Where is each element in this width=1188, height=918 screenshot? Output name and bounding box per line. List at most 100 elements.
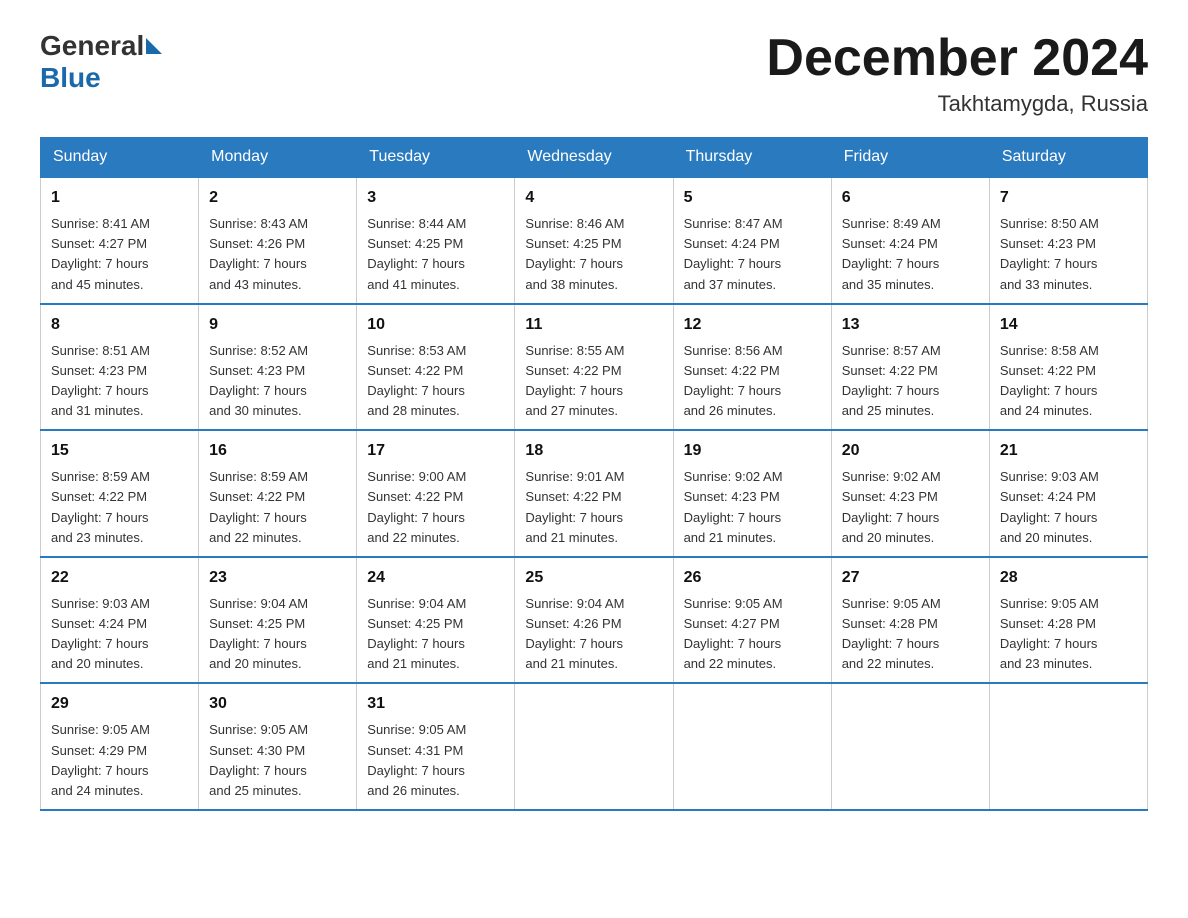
calendar-header-row: SundayMondayTuesdayWednesdayThursdayFrid…: [41, 138, 1148, 178]
calendar-cell: 14Sunrise: 8:58 AMSunset: 4:22 PMDayligh…: [989, 304, 1147, 431]
day-info: Sunrise: 8:55 AMSunset: 4:22 PMDaylight:…: [525, 341, 662, 422]
day-number: 5: [684, 186, 821, 210]
day-number: 3: [367, 186, 504, 210]
logo-triangle-icon: [146, 38, 162, 54]
day-number: 16: [209, 439, 346, 463]
calendar-week-row: 22 Sunrise: 9:03 AMSunset: 4:24 PMDayligh…: [41, 557, 1148, 684]
weekday-header-sunday: Sunday: [41, 138, 199, 178]
day-info: Sunrise: 9:05 AMSunset: 4:31 PMDaylight:…: [367, 720, 504, 801]
calendar-cell: 15Sunrise: 8:59 AMSunset: 4:22 PMDayligh…: [41, 430, 199, 557]
calendar-cell: 20 Sunrise: 9:02 AMSunset: 4:23 PMDayligh…: [831, 430, 989, 557]
day-info: Sunrise: 8:57 AMSunset: 4:22 PMDaylight:…: [842, 341, 979, 422]
calendar-cell: 21 Sunrise: 9:03 AMSunset: 4:24 PMDayligh…: [989, 430, 1147, 557]
calendar-cell: 2 Sunrise: 8:43 AMSunset: 4:26 PMDaylight…: [199, 177, 357, 304]
day-number: 1: [51, 186, 188, 210]
day-number: 20: [842, 439, 979, 463]
day-number: 24: [367, 566, 504, 590]
day-number: 18: [525, 439, 662, 463]
day-info: Sunrise: 9:03 AMSunset: 4:24 PMDaylight:…: [1000, 467, 1137, 548]
day-number: 9: [209, 313, 346, 337]
day-info: Sunrise: 9:04 AMSunset: 4:25 PMDaylight:…: [367, 594, 504, 675]
day-info: Sunrise: 9:05 AMSunset: 4:27 PMDaylight:…: [684, 594, 821, 675]
day-number: 25: [525, 566, 662, 590]
month-title: December 2024: [766, 30, 1148, 87]
calendar-cell: 13 Sunrise: 8:57 AMSunset: 4:22 PMDayligh…: [831, 304, 989, 431]
day-number: 13: [842, 313, 979, 337]
day-number: 30: [209, 692, 346, 716]
calendar-cell: 10Sunrise: 8:53 AMSunset: 4:22 PMDayligh…: [357, 304, 515, 431]
day-info: Sunrise: 8:43 AMSunset: 4:26 PMDaylight:…: [209, 214, 346, 295]
calendar-cell: 6 Sunrise: 8:49 AMSunset: 4:24 PMDaylight…: [831, 177, 989, 304]
calendar-cell: 3Sunrise: 8:44 AMSunset: 4:25 PMDaylight…: [357, 177, 515, 304]
day-number: 12: [684, 313, 821, 337]
day-info: Sunrise: 8:53 AMSunset: 4:22 PMDaylight:…: [367, 341, 504, 422]
day-info: Sunrise: 8:51 AMSunset: 4:23 PMDaylight:…: [51, 341, 188, 422]
day-info: Sunrise: 9:05 AMSunset: 4:30 PMDaylight:…: [209, 720, 346, 801]
calendar-cell: 25 Sunrise: 9:04 AMSunset: 4:26 PMDayligh…: [515, 557, 673, 684]
day-info: Sunrise: 8:47 AMSunset: 4:24 PMDaylight:…: [684, 214, 821, 295]
calendar-week-row: 1 Sunrise: 8:41 AMSunset: 4:27 PMDaylight…: [41, 177, 1148, 304]
calendar-cell: 7 Sunrise: 8:50 AMSunset: 4:23 PMDaylight…: [989, 177, 1147, 304]
day-info: Sunrise: 8:49 AMSunset: 4:24 PMDaylight:…: [842, 214, 979, 295]
day-number: 4: [525, 186, 662, 210]
weekday-header-monday: Monday: [199, 138, 357, 178]
day-number: 6: [842, 186, 979, 210]
page-header: General Blue December 2024 Takhtamygda, …: [40, 30, 1148, 117]
day-info: Sunrise: 9:05 AMSunset: 4:28 PMDaylight:…: [1000, 594, 1137, 675]
logo: General Blue: [40, 30, 164, 94]
calendar-cell: 26 Sunrise: 9:05 AMSunset: 4:27 PMDayligh…: [673, 557, 831, 684]
calendar-cell: 24 Sunrise: 9:04 AMSunset: 4:25 PMDayligh…: [357, 557, 515, 684]
day-number: 8: [51, 313, 188, 337]
logo-general-text: General: [40, 30, 144, 62]
calendar-cell: [673, 683, 831, 810]
day-number: 19: [684, 439, 821, 463]
day-info: Sunrise: 9:05 AMSunset: 4:29 PMDaylight:…: [51, 720, 188, 801]
calendar-cell: 19Sunrise: 9:02 AMSunset: 4:23 PMDayligh…: [673, 430, 831, 557]
day-number: 21: [1000, 439, 1137, 463]
calendar-cell: 11Sunrise: 8:55 AMSunset: 4:22 PMDayligh…: [515, 304, 673, 431]
calendar-cell: 4 Sunrise: 8:46 AMSunset: 4:25 PMDaylight…: [515, 177, 673, 304]
day-number: 31: [367, 692, 504, 716]
location: Takhtamygda, Russia: [766, 91, 1148, 117]
day-info: Sunrise: 8:41 AMSunset: 4:27 PMDaylight:…: [51, 214, 188, 295]
calendar-cell: [989, 683, 1147, 810]
weekday-header-wednesday: Wednesday: [515, 138, 673, 178]
calendar-cell: 12 Sunrise: 8:56 AMSunset: 4:22 PMDayligh…: [673, 304, 831, 431]
day-number: 28: [1000, 566, 1137, 590]
day-info: Sunrise: 9:00 AMSunset: 4:22 PMDaylight:…: [367, 467, 504, 548]
day-info: Sunrise: 8:50 AMSunset: 4:23 PMDaylight:…: [1000, 214, 1137, 295]
calendar-cell: 28 Sunrise: 9:05 AMSunset: 4:28 PMDayligh…: [989, 557, 1147, 684]
day-info: Sunrise: 9:04 AMSunset: 4:26 PMDaylight:…: [525, 594, 662, 675]
day-info: Sunrise: 9:05 AMSunset: 4:28 PMDaylight:…: [842, 594, 979, 675]
weekday-header-thursday: Thursday: [673, 138, 831, 178]
day-info: Sunrise: 8:56 AMSunset: 4:22 PMDaylight:…: [684, 341, 821, 422]
calendar-cell: [831, 683, 989, 810]
day-number: 26: [684, 566, 821, 590]
day-number: 15: [51, 439, 188, 463]
calendar-cell: 27 Sunrise: 9:05 AMSunset: 4:28 PMDayligh…: [831, 557, 989, 684]
day-info: Sunrise: 9:01 AMSunset: 4:22 PMDaylight:…: [525, 467, 662, 548]
calendar-table: SundayMondayTuesdayWednesdayThursdayFrid…: [40, 137, 1148, 811]
calendar-cell: 17Sunrise: 9:00 AMSunset: 4:22 PMDayligh…: [357, 430, 515, 557]
day-info: Sunrise: 9:04 AMSunset: 4:25 PMDaylight:…: [209, 594, 346, 675]
weekday-header-friday: Friday: [831, 138, 989, 178]
calendar-cell: 22 Sunrise: 9:03 AMSunset: 4:24 PMDayligh…: [41, 557, 199, 684]
day-number: 27: [842, 566, 979, 590]
calendar-cell: [515, 683, 673, 810]
day-info: Sunrise: 9:03 AMSunset: 4:24 PMDaylight:…: [51, 594, 188, 675]
calendar-cell: 5 Sunrise: 8:47 AMSunset: 4:24 PMDaylight…: [673, 177, 831, 304]
day-number: 2: [209, 186, 346, 210]
day-number: 22: [51, 566, 188, 590]
day-info: Sunrise: 9:02 AMSunset: 4:23 PMDaylight:…: [842, 467, 979, 548]
calendar-cell: 30 Sunrise: 9:05 AMSunset: 4:30 PMDayligh…: [199, 683, 357, 810]
day-info: Sunrise: 8:46 AMSunset: 4:25 PMDaylight:…: [525, 214, 662, 295]
logo-blue-text: Blue: [40, 62, 101, 94]
day-number: 7: [1000, 186, 1137, 210]
calendar-cell: 1 Sunrise: 8:41 AMSunset: 4:27 PMDaylight…: [41, 177, 199, 304]
calendar-cell: 16Sunrise: 8:59 AMSunset: 4:22 PMDayligh…: [199, 430, 357, 557]
weekday-header-tuesday: Tuesday: [357, 138, 515, 178]
calendar-cell: 9Sunrise: 8:52 AMSunset: 4:23 PMDaylight…: [199, 304, 357, 431]
calendar-cell: 8 Sunrise: 8:51 AMSunset: 4:23 PMDaylight…: [41, 304, 199, 431]
calendar-week-row: 29Sunrise: 9:05 AMSunset: 4:29 PMDayligh…: [41, 683, 1148, 810]
day-info: Sunrise: 8:58 AMSunset: 4:22 PMDaylight:…: [1000, 341, 1137, 422]
